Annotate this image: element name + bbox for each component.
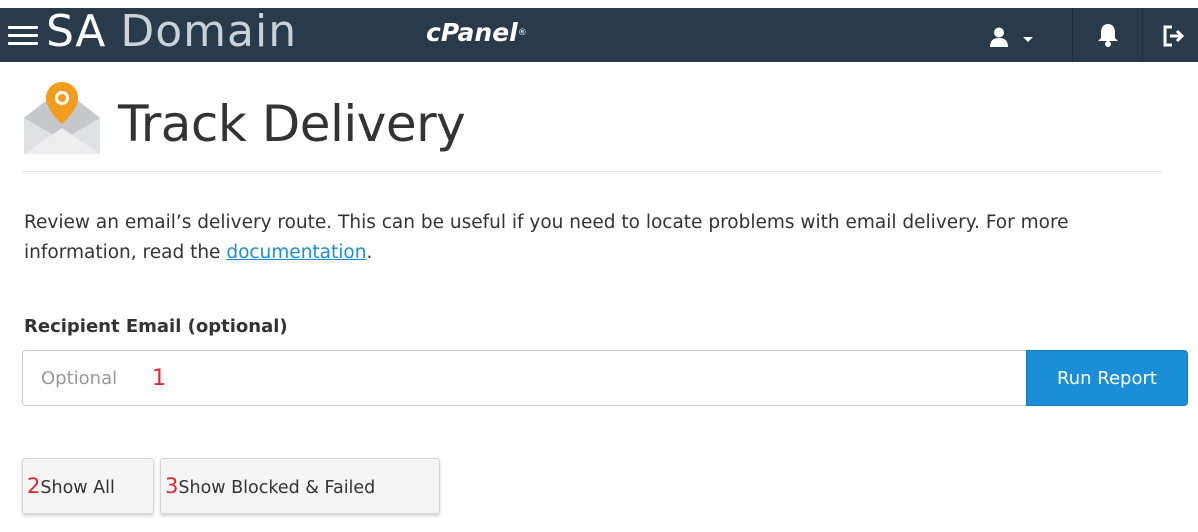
brand-name-part2: Domain [120, 6, 298, 57]
show-blocked-failed-label: Show Blocked & Failed [178, 478, 376, 498]
show-all-button[interactable]: 2Show All [22, 458, 154, 514]
topbar-separator [1142, 8, 1143, 62]
annotation-marker-3: 3 [165, 474, 179, 498]
topbar-separator [1072, 8, 1073, 62]
chevron-down-icon [1023, 37, 1033, 42]
annotation-marker-2: 2 [27, 474, 41, 498]
user-menu-button[interactable] [988, 24, 1068, 48]
menu-icon[interactable] [8, 24, 38, 46]
recipient-email-label: Recipient Email (optional) [24, 316, 288, 337]
bell-icon[interactable] [1096, 22, 1120, 48]
user-icon [990, 27, 1008, 47]
page-title: Track Delivery [118, 95, 466, 153]
show-blocked-failed-button[interactable]: 3Show Blocked & Failed [160, 458, 440, 514]
page-description: Review an email’s delivery route. This c… [24, 208, 1174, 268]
brand-name-part1: SA [46, 6, 106, 57]
show-all-label: Show All [40, 478, 115, 498]
header-divider [22, 171, 1162, 172]
annotation-marker-1: 1 [152, 366, 166, 391]
recipient-email-group: Run Report [22, 350, 1188, 406]
description-text: Review an email’s delivery route. This c… [24, 212, 1069, 263]
recipient-email-input[interactable] [22, 350, 1026, 406]
email-location-pin-icon [22, 78, 102, 156]
logout-icon[interactable] [1162, 25, 1185, 47]
cpanel-logo[interactable]: cPanel® [426, 16, 527, 50]
cpanel-logo-text: cPanel [426, 18, 518, 47]
top-navigation-bar: SA Domain cPanel® [0, 6, 1198, 62]
documentation-link[interactable]: documentation [226, 242, 366, 263]
brand-name[interactable]: SA Domain [46, 4, 297, 60]
description-end: . [366, 242, 373, 263]
run-report-button[interactable]: Run Report [1026, 350, 1188, 406]
